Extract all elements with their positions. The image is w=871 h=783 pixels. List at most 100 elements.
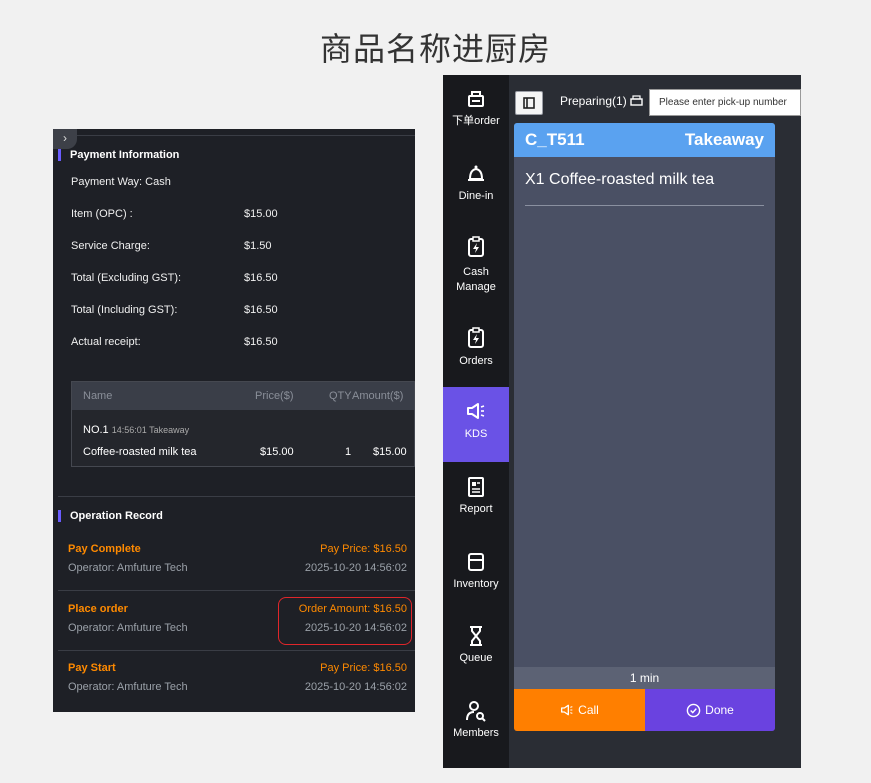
summary-row-actual: Actual receipt: $16.50 [71,336,278,348]
sidebar-item-label: Queue [459,652,493,664]
sidebar-item-label: Cash Manage [456,266,496,293]
operation-title: Place order [68,603,128,615]
operation-date: 2025-10-20 14:56:02 [304,562,407,574]
col-qty: QTY [329,390,352,402]
call-button[interactable]: Call [514,689,645,731]
summary-value: $1.50 [244,240,272,252]
divider [58,496,415,497]
pickup-number-search-input[interactable] [649,89,801,116]
summary-row-excl-gst: Total (Excluding GST): $16.50 [71,272,278,284]
check-circle-icon [686,703,701,717]
payment-way: Payment Way: Cash [71,176,171,188]
call-label: Call [578,703,599,717]
summary-row-service: Service Charge: $1.50 [71,240,272,252]
items-table-header: Name Price($) QTY Amount($) [72,382,414,410]
sidebar-item-label: 下单order [452,115,500,127]
operation-operator: Operator: Amfuture Tech [68,562,188,574]
operation-record-heading: Operation Record [58,510,163,522]
report-icon [468,477,484,497]
done-label: Done [705,703,734,717]
kds-app-window: 下单order Dine-in Cash Manage Orders KDS R… [443,75,801,768]
sidebar-item-members[interactable]: Members [443,687,509,762]
panel-toggle-icon [523,97,535,109]
operation-record-item: Pay Complete Pay Price: $16.50 Operator:… [68,543,407,583]
megaphone-icon [467,403,485,419]
sidebar-item-label: Inventory [453,578,499,590]
sidebar-item-queue[interactable]: Queue [443,612,509,687]
ticket-header: C_T511 Takeaway [514,123,775,157]
summary-value: $16.50 [244,272,278,284]
sidebar-item-orders[interactable]: Orders [443,315,509,390]
sidebar-item-cash-manage[interactable]: Cash Manage [443,225,509,315]
col-name: Name [83,390,113,402]
payment-info-heading: Payment Information [58,149,179,161]
register-icon [468,91,484,107]
operation-date: 2025-10-20 14:56:02 [304,681,407,693]
item-qty: 1 [345,446,352,458]
collapse-chevron-icon[interactable]: › [53,129,77,149]
sidebar-item-label: Members [453,727,499,739]
divider [53,135,415,136]
sidebar-item-kds[interactable]: KDS [443,387,509,462]
box-icon [468,553,484,571]
kds-ticket-card[interactable]: C_T511 Takeaway X1 Coffee-roasted milk t… [514,123,775,731]
summary-value: $15.00 [244,208,278,220]
ticket-order-type: Takeaway [684,130,764,149]
summary-label: Item (OPC) : [71,208,133,220]
kds-toolbar: Preparing(1) [509,75,801,125]
divider [58,590,415,591]
operation-price: Pay Price: $16.50 [320,543,407,555]
clipboard-bolt-icon [468,236,484,257]
operation-operator: Operator: Amfuture Tech [68,622,188,634]
summary-row-incl-gst: Total (Including GST): $16.50 [71,304,278,316]
summary-value: $16.50 [244,336,278,348]
col-price: Price($) [255,390,294,402]
payment-detail-panel: › Payment Information Payment Way: Cash … [53,129,415,712]
preparing-tab[interactable]: Preparing(1) [560,94,643,108]
sidebar-item-label: Dine-in [458,190,494,202]
sidebar-item-label: Orders [459,355,493,367]
sidebar-item-dine-in[interactable]: Dine-in [443,150,509,225]
preparing-label: Preparing(1) [560,94,627,108]
sidebar: 下单order Dine-in Cash Manage Orders KDS R… [443,75,509,768]
item-price: $15.00 [260,446,294,458]
clipboard-bolt-icon [468,327,484,348]
col-amount: Amount($) [352,390,404,402]
operation-price: Pay Price: $16.50 [320,662,407,674]
divider [58,650,415,651]
page-title: 商品名称进厨房 [319,30,551,68]
sidebar-item-label: KDS [464,428,488,440]
ticket-code: C_T511 [525,130,585,149]
sidebar-item-order[interactable]: 下单order [443,75,509,150]
summary-value: $16.50 [244,304,278,316]
operation-title: Pay Start [68,662,116,674]
items-table: Name Price($) QTY Amount($) NO.1 14:56:0… [71,381,415,467]
summary-label: Total (Including GST): [71,304,178,316]
bell-icon [468,165,484,181]
sidebar-item-label: Report [459,503,493,515]
item-name: Coffee-roasted milk tea [83,446,197,458]
divider [525,205,764,206]
done-button[interactable]: Done [645,689,775,731]
summary-label: Service Charge: [71,240,150,252]
hourglass-icon [470,626,482,646]
order-meta: 14:56:01 Takeaway [111,425,190,435]
panel-toggle-button[interactable] [515,91,543,115]
operation-title: Pay Complete [68,543,141,555]
member-icon [466,701,486,722]
summary-label: Actual receipt: [71,336,141,348]
summary-label: Total (Excluding GST): [71,272,182,284]
summary-row-item: Item (OPC) : $15.00 [71,208,278,220]
item-amount: $15.00 [373,446,407,458]
sidebar-item-report[interactable]: Report [443,462,509,537]
order-no-text: NO.1 [83,424,109,436]
highlight-annotation [278,597,412,645]
order-number: NO.1 14:56:01 Takeaway [83,424,189,436]
ticket-item: X1 Coffee-roasted milk tea [525,171,715,188]
megaphone-icon [561,704,573,716]
register-icon [630,95,643,106]
operation-record-item: Pay Start Pay Price: $16.50 Operator: Am… [68,662,407,702]
sidebar-item-inventory[interactable]: Inventory [443,537,509,612]
operation-operator: Operator: Amfuture Tech [68,681,188,693]
elapsed-time: 1 min [514,667,775,689]
